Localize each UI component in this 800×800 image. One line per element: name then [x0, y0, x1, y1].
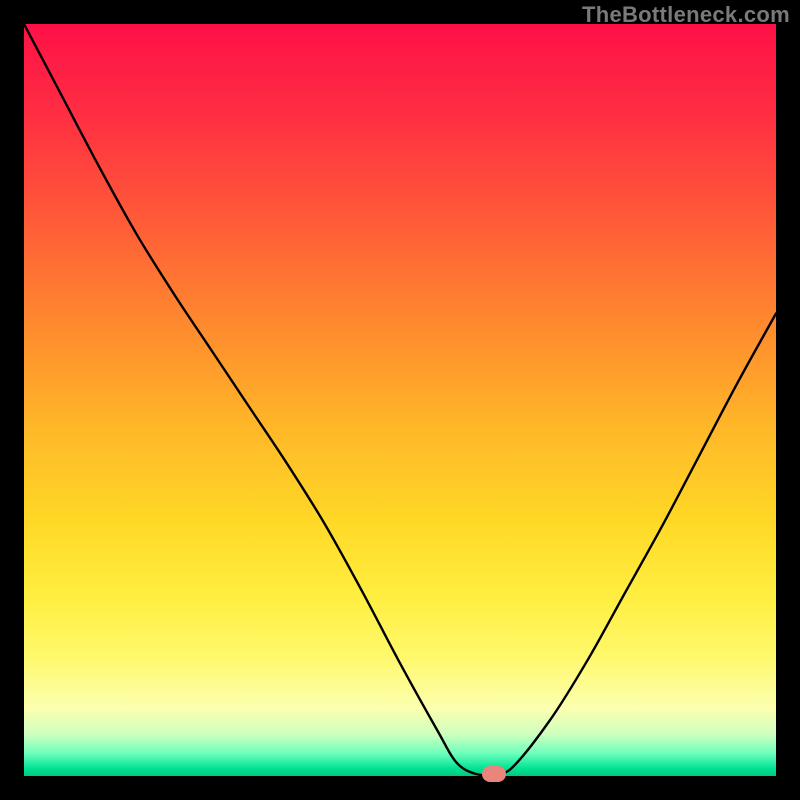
bottleneck-curve [24, 24, 776, 775]
curve-layer [24, 24, 776, 776]
plot-area [24, 24, 776, 776]
bottleneck-chart: TheBottleneck.com [0, 0, 800, 800]
optimal-point-marker [482, 766, 506, 782]
